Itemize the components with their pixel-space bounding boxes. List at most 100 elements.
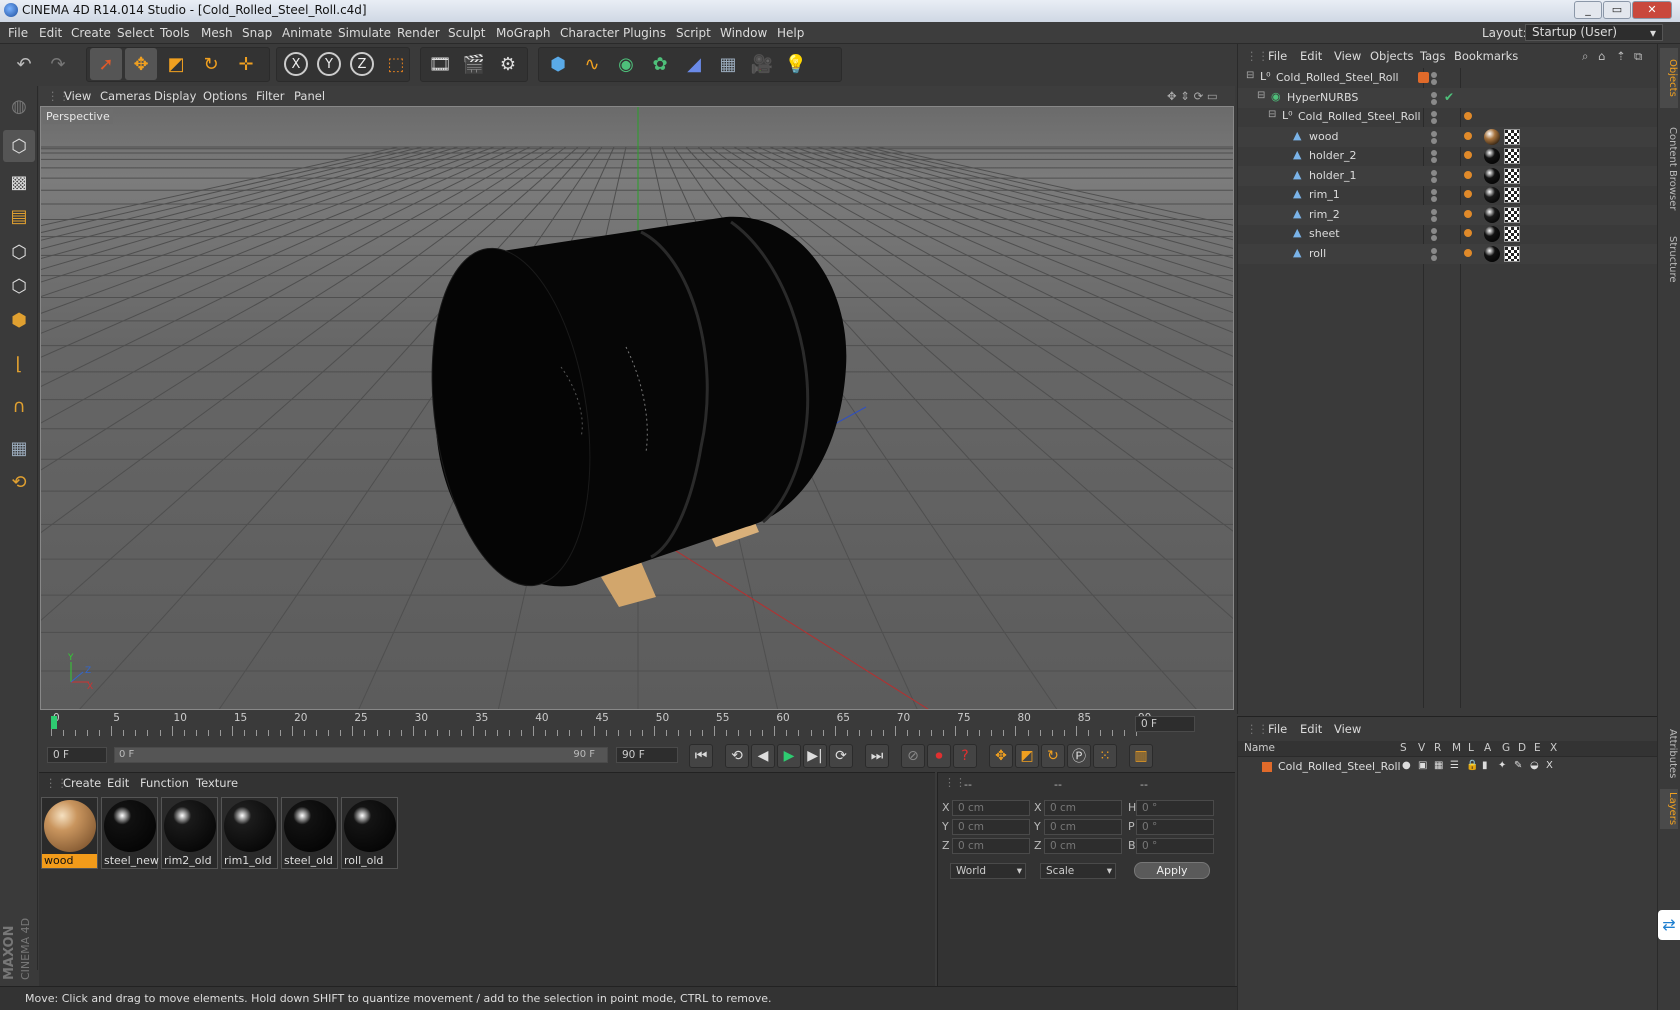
material-swatch[interactable]: roll_old — [341, 797, 398, 869]
phong-tag-icon[interactable] — [1464, 151, 1472, 159]
object-menu-bookmarks[interactable]: Bookmarks — [1454, 49, 1518, 63]
rotate-icon[interactable]: ↻ — [195, 48, 227, 80]
tab-attributes[interactable]: Attributes — [1660, 724, 1678, 784]
next-key-icon[interactable]: ⟳ — [829, 744, 853, 768]
menu-sculpt[interactable]: Sculpt — [448, 26, 485, 40]
material-tag-icon[interactable] — [1484, 167, 1500, 184]
viewport-menu-panel[interactable]: Panel — [294, 89, 325, 103]
cube-icon[interactable]: ⬢ — [542, 48, 574, 80]
next-frame-icon[interactable]: ▶| — [803, 744, 827, 768]
redo-icon[interactable]: ↷ — [42, 48, 74, 80]
material-swatch[interactable]: wood — [41, 797, 98, 869]
material-menu-create[interactable]: Create — [63, 776, 101, 790]
phong-tag-icon[interactable] — [1464, 170, 1472, 179]
enabled-check-icon[interactable]: ✔ — [1444, 90, 1454, 104]
render-visibility-dot[interactable] — [1431, 254, 1437, 261]
layer-column-header[interactable]: E — [1534, 742, 1541, 754]
phong-tag-icon[interactable] — [1464, 229, 1472, 237]
maximize-button[interactable]: ▭ — [1603, 1, 1631, 19]
go-to-end-icon[interactable]: ⏭ — [865, 744, 889, 768]
object-row[interactable]: ▲ wood — [1238, 126, 1658, 147]
points-mode-icon[interactable]: ⬡ — [3, 236, 35, 268]
key-parameter-icon[interactable]: Ⓟ — [1067, 744, 1091, 768]
uvw-tag-icon[interactable] — [1504, 206, 1520, 223]
material-tag-icon[interactable] — [1484, 187, 1500, 203]
lock-icon[interactable]: 🔒 — [1466, 760, 1478, 771]
y-axis-button[interactable]: Y — [313, 48, 345, 80]
z-axis-button[interactable]: Z — [346, 48, 378, 80]
manager-icon[interactable]: ☰ — [1450, 760, 1459, 771]
menu-file[interactable]: File — [8, 26, 28, 40]
object-row[interactable]: ▲ rim_2 — [1238, 204, 1658, 225]
material-tag-icon[interactable] — [1484, 245, 1500, 262]
teamviewer-icon[interactable]: ⇄ — [1658, 910, 1680, 940]
coord-value-field[interactable]: 0 cm — [952, 819, 1030, 835]
object-row[interactable]: ⊟ L⁰ Cold_Rolled_Steel_Roll — [1238, 107, 1658, 127]
layer-color-swatch[interactable] — [1262, 762, 1272, 772]
key-pla-icon[interactable]: ⁙ — [1093, 744, 1117, 768]
collapse-toggle-icon[interactable]: ⊟ — [1246, 70, 1254, 81]
viewport-menu-cameras[interactable]: Cameras — [100, 89, 151, 103]
editor-visibility-dot[interactable] — [1431, 130, 1437, 137]
previous-frame-icon[interactable]: ◀ — [751, 744, 775, 768]
layer-column-header[interactable]: L — [1468, 742, 1474, 754]
edges-mode-icon[interactable]: ⬡ — [3, 270, 35, 302]
coord-value-field[interactable]: 0 cm — [1044, 838, 1122, 854]
sculpt-icon[interactable]: ⟲ — [3, 466, 35, 498]
menu-animate[interactable]: Animate — [282, 26, 332, 40]
live-selection-icon[interactable]: ✛ — [230, 48, 262, 80]
light-icon[interactable]: 💡 — [780, 48, 812, 80]
object-row[interactable]: ⊟ ◉ HyperNURBS ✔ — [1238, 87, 1658, 108]
menu-window[interactable]: Window — [720, 26, 767, 40]
texture-mode-icon[interactable]: ▩ — [3, 166, 35, 198]
start-frame-field[interactable]: 0 F — [47, 747, 107, 763]
uvw-tag-icon[interactable] — [1504, 245, 1520, 262]
layer-column-header[interactable]: Name — [1244, 742, 1275, 754]
editor-visibility-dot[interactable] — [1431, 111, 1437, 117]
key-scale-icon[interactable]: ◩ — [1015, 744, 1039, 768]
phong-tag-icon[interactable] — [1464, 248, 1472, 257]
material-menu-edit[interactable]: Edit — [107, 776, 129, 790]
phong-tag-icon[interactable] — [1464, 112, 1472, 120]
material-swatch[interactable]: rim1_old — [221, 797, 278, 869]
menu-snap[interactable]: Snap — [242, 26, 272, 40]
render-view-icon[interactable]: 🎞 — [424, 48, 456, 80]
layer-column-header[interactable]: R — [1434, 742, 1441, 754]
x-axis-button[interactable]: X — [280, 48, 312, 80]
editor-visibility-dot[interactable] — [1431, 228, 1437, 234]
layer-menu-view[interactable]: View — [1334, 722, 1361, 736]
coord-value-field[interactable]: 0 ° — [1136, 819, 1214, 835]
coord-value-field[interactable]: 0 cm — [952, 800, 1030, 816]
tab-layers[interactable]: Layers — [1660, 789, 1678, 829]
deformer-icon[interactable]: ◢ — [678, 48, 710, 80]
apply-button[interactable]: Apply — [1134, 862, 1210, 879]
viewport-menu-options[interactable]: Options — [203, 89, 247, 103]
visible-icon[interactable]: ▣ — [1418, 760, 1427, 771]
object-menu-objects[interactable]: Objects — [1370, 49, 1413, 63]
menu-select[interactable]: Select — [117, 26, 154, 40]
menu-character[interactable]: Character — [560, 26, 619, 40]
new-window-icon[interactable]: ⧉ — [1634, 49, 1642, 64]
play-icon[interactable]: ▶ — [777, 744, 801, 768]
material-menu-function[interactable]: Function — [140, 776, 189, 790]
layer-column-header[interactable]: D — [1518, 742, 1526, 754]
layout-select[interactable]: Startup (User) ▾ — [1525, 24, 1663, 41]
snap-grid-icon[interactable]: ▦ — [3, 432, 35, 464]
uvw-tag-icon[interactable] — [1504, 226, 1520, 242]
xref-icon[interactable]: X — [1546, 760, 1553, 771]
editor-visibility-dot[interactable] — [1431, 208, 1437, 215]
keyframe-selection-icon[interactable]: ⊘ — [901, 744, 925, 768]
polygons-mode-icon[interactable]: ⬢ — [3, 304, 35, 336]
menu-create[interactable]: Create — [71, 26, 111, 40]
object-menu-file[interactable]: File — [1268, 49, 1287, 63]
current-frame-field[interactable]: 0 F — [1135, 716, 1195, 732]
solo-icon[interactable]: ● — [1402, 760, 1411, 771]
scale-icon[interactable]: ◩ — [160, 48, 192, 80]
layer-column-header[interactable]: A — [1484, 742, 1491, 754]
timeline-ruler[interactable]: 051015202530354045505560657075808590 0 F — [39, 710, 1235, 738]
auto-key-icon[interactable]: ? — [953, 744, 977, 768]
render-settings-icon[interactable]: ⚙ — [492, 48, 524, 80]
menu-tools[interactable]: Tools — [160, 26, 190, 40]
material-tag-icon[interactable] — [1484, 128, 1500, 145]
object-row[interactable]: ▲ roll — [1238, 243, 1658, 264]
